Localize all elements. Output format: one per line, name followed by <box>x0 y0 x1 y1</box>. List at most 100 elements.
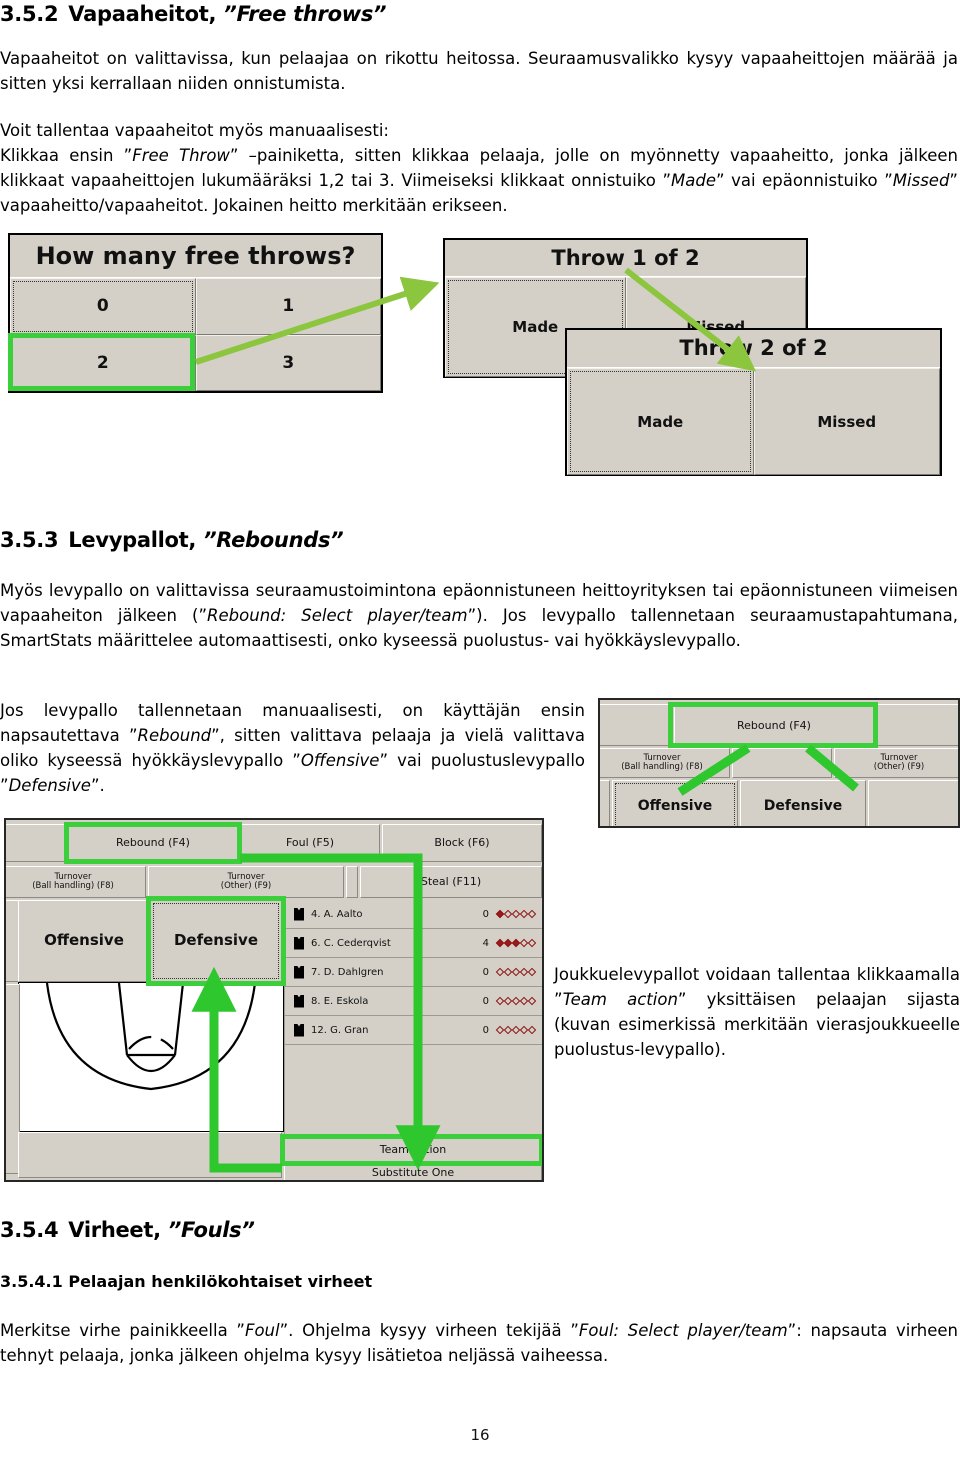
player-name: 8. E. Eskola <box>311 995 369 1007</box>
button-team-action[interactable]: Team action <box>284 1138 542 1162</box>
figure-rebound-toolbar-small: Rebound (F4) Turnover (Ball handling) (F… <box>598 698 960 828</box>
p352-em-made: Made <box>671 171 716 190</box>
player-value: 0 <box>482 966 489 978</box>
p354-em-foul-select: Foul: Select player/team <box>578 1321 788 1340</box>
player-row[interactable]: 4. A. Aalto 0 <box>285 900 542 929</box>
basketball-court-diagram <box>18 982 284 1132</box>
jersey-icon <box>294 1023 304 1037</box>
paragraph-353-1: Myös levypallo on valittavissa seuraamus… <box>0 578 958 653</box>
player-list: 4. A. Aalto 0 6. C. Cederqvist 4 7. D. D… <box>284 900 542 1134</box>
figure-free-throw-dialogs: How many free throws? 0 1 2 3 Throw 1 of… <box>0 228 960 493</box>
section-number-354: 3.5.4 <box>0 1218 59 1242</box>
player-name: 6. C. Cederqvist <box>311 937 391 949</box>
toolbar-small-mid-filler <box>732 748 832 778</box>
jersey-icon <box>294 965 304 979</box>
p353b-em-defensive: Defensive <box>8 776 91 795</box>
player-value: 0 <box>482 995 489 1007</box>
paragraph-354-1: Merkitse virhe painikkeella ”Foul”. Ohje… <box>0 1318 958 1368</box>
p352-em-free-throw: Free Throw <box>132 146 230 165</box>
section-title-352-emphasis: ”Free throws” <box>223 2 387 26</box>
section-number-353: 3.5.3 <box>0 528 59 552</box>
figure-rebound-panel-large: Rebound (F4) Foul (F5) Block (F6) Turnov… <box>4 818 544 1182</box>
button-large-defensive[interactable]: Defensive <box>150 900 282 982</box>
player-row[interactable]: 7. D. Dahlgren 0 <box>285 958 542 987</box>
player-row[interactable]: 12. G. Gran 0 <box>285 1016 542 1045</box>
dialog-title-throw2: Throw 2 of 2 <box>567 330 940 368</box>
jersey-icon <box>294 936 304 950</box>
p352-a: Klikkaa ensin ” <box>0 146 133 165</box>
dialog-title-throw1: Throw 1 of 2 <box>445 240 806 277</box>
button-throw2-made[interactable]: Made <box>567 368 754 475</box>
section-title-352: Vapaaheitot, <box>68 2 224 26</box>
paragraph-353-2: Jos levypallo tallennetaan manuaalisesti… <box>0 698 585 798</box>
section-number-352: 3.5.2 <box>0 2 59 26</box>
player-value: 0 <box>482 908 489 920</box>
toolbar-small-left-filler <box>600 704 672 746</box>
p352-c: ” vai epäonnistuiko ” <box>715 171 893 190</box>
section-title-354-emphasis: ”Fouls” <box>167 1218 255 1242</box>
foul-dots <box>495 996 537 1006</box>
section-title-353: Levypallot, <box>68 528 204 552</box>
section-title-354: Virheet, <box>68 1218 168 1242</box>
dialog-how-many-free-throws: How many free throws? 0 1 2 3 <box>8 233 383 393</box>
dialog-title-how-many: How many free throws? <box>10 235 381 278</box>
button-small-turnover-ball-handling[interactable]: Turnover (Ball handling) (F8) <box>600 748 730 778</box>
button-large-turnover-ball-handling[interactable]: Turnover (Ball handling) (F8) <box>6 866 146 898</box>
paragraph-352-2: Klikkaa ensin ”Free Throw” –painiketta, … <box>0 143 958 218</box>
p353-em-rebound-select: Rebound: Select player/team <box>207 606 468 625</box>
large-toolbar-gap <box>346 866 358 898</box>
button-small-rebound-f4[interactable]: Rebound (F4) <box>674 706 874 746</box>
foul-dots <box>495 938 537 948</box>
button-small-offensive[interactable]: Offensive <box>612 780 738 826</box>
button-small-defensive[interactable]: Defensive <box>740 780 866 826</box>
jersey-icon <box>294 907 304 921</box>
label-turnover-ball-l2: (Ball handling) (F8) <box>621 762 703 772</box>
paragraph-353-3: Joukkuelevypallot voidaan tallentaa klik… <box>554 962 960 1062</box>
p354-em-foul: Foul <box>244 1321 280 1340</box>
section-heading-354: 3.5.4 Virheet, ”Fouls” <box>0 1218 700 1242</box>
label-large-to-ball-l2: (Ball handling) (F8) <box>32 881 114 891</box>
player-name: 4. A. Aalto <box>311 908 363 920</box>
foul-dots <box>495 967 537 977</box>
paragraph-352-2-line1: Voit tallentaa vapaaheitot myös manuaali… <box>0 121 389 140</box>
court-lines <box>45 983 257 1091</box>
player-row[interactable]: 8. E. Eskola 0 <box>285 987 542 1016</box>
p353b-em-rebound: Rebound <box>137 726 212 745</box>
p353b-d: ”. <box>90 776 105 795</box>
p353c-em-team-action: Team action <box>562 990 678 1009</box>
button-freethrow-2[interactable]: 2 <box>10 334 196 391</box>
toolbar-small-scroll-left[interactable] <box>600 780 610 826</box>
button-large-offensive[interactable]: Offensive <box>18 900 150 982</box>
button-small-turnover-other[interactable]: Turnover (Other) (F9) <box>834 748 958 778</box>
button-freethrow-0[interactable]: 0 <box>10 278 196 335</box>
button-large-turnover-other[interactable]: Turnover (Other) (F9) <box>148 866 344 898</box>
player-value: 0 <box>482 1024 489 1036</box>
player-row[interactable]: 6. C. Cederqvist 4 <box>285 929 542 958</box>
large-toolbar-left-filler <box>6 824 66 862</box>
player-name: 7. D. Dahlgren <box>311 966 384 978</box>
p353b-em-offensive: Offensive <box>300 751 380 770</box>
button-large-block-f6[interactable]: Block (F6) <box>382 824 542 862</box>
button-large-rebound-f4[interactable]: Rebound (F4) <box>68 826 238 860</box>
button-throw2-missed[interactable]: Missed <box>753 368 940 475</box>
button-substitute-one[interactable]: Substitute One <box>284 1162 542 1180</box>
player-name: 12. G. Gran <box>311 1024 369 1036</box>
section-heading-353: 3.5.3 Levypallot, ”Rebounds” <box>0 528 700 552</box>
foul-dots <box>495 909 537 919</box>
label-large-to-other-l2: (Other) (F9) <box>220 881 272 891</box>
toolbar-small-right-filler2 <box>868 780 958 826</box>
large-bottom-filler <box>18 1132 282 1178</box>
section-title-353-emphasis: ”Rebounds” <box>203 528 344 552</box>
paragraph-352-1: Vapaaheitot on valittavissa, kun pelaaja… <box>0 49 958 93</box>
button-freethrow-1[interactable]: 1 <box>195 278 381 335</box>
button-large-steal-f11[interactable]: Steal (F11) <box>360 866 542 898</box>
section-heading-352: 3.5.2 Vapaaheitot, ”Free throws” <box>0 2 700 26</box>
document-page: 3.5.2 Vapaaheitot, ”Free throws” Vapaahei… <box>0 0 960 1463</box>
label-turnover-other-l2: (Other) (F9) <box>873 762 925 772</box>
button-freethrow-3[interactable]: 3 <box>195 334 381 391</box>
section-heading-3541: 3.5.4.1 Pelaajan henkilökohtaiset virhee… <box>0 1272 373 1291</box>
button-large-foul-f5[interactable]: Foul (F5) <box>240 824 380 862</box>
dialog-throw-2-of-2: Throw 2 of 2 Made Missed <box>565 328 942 476</box>
toolbar-small-right-filler <box>876 704 958 746</box>
jersey-icon <box>294 994 304 1008</box>
